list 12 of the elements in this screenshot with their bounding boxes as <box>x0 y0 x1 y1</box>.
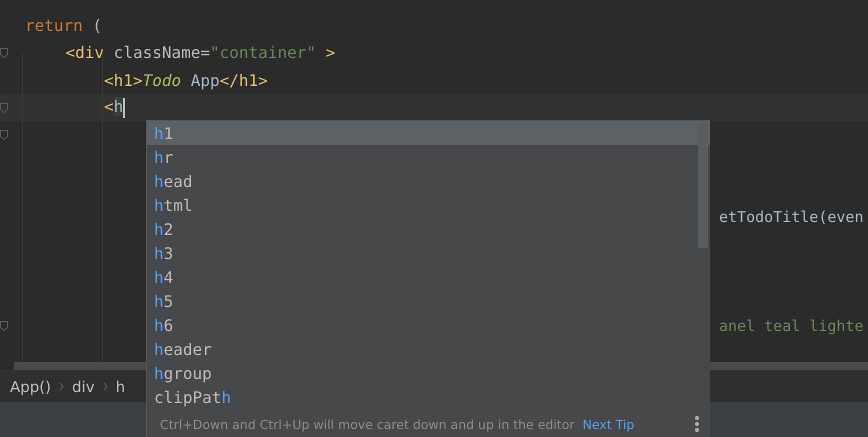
tip-text: Ctrl+Down and Ctrl+Up will move caret down and up in the editor <box>160 416 574 432</box>
breadcrumb[interactable]: h <box>116 378 126 396</box>
code-line: <h <box>104 97 126 118</box>
code-line: anel teal lighte <box>719 316 864 335</box>
completion-item[interactable]: h1 <box>147 121 710 145</box>
code-line: etTodoTitle(even <box>719 208 864 226</box>
next-tip-link[interactable]: Next Tip <box>582 416 634 432</box>
code-line: <div className="container" > <box>66 43 336 62</box>
code-line: return ( <box>25 16 102 36</box>
breadcrumb[interactable]: div <box>72 378 95 396</box>
code-line: <h1>Todo App</h1> <box>104 70 268 90</box>
breadcrumb[interactable]: App() <box>10 378 52 396</box>
